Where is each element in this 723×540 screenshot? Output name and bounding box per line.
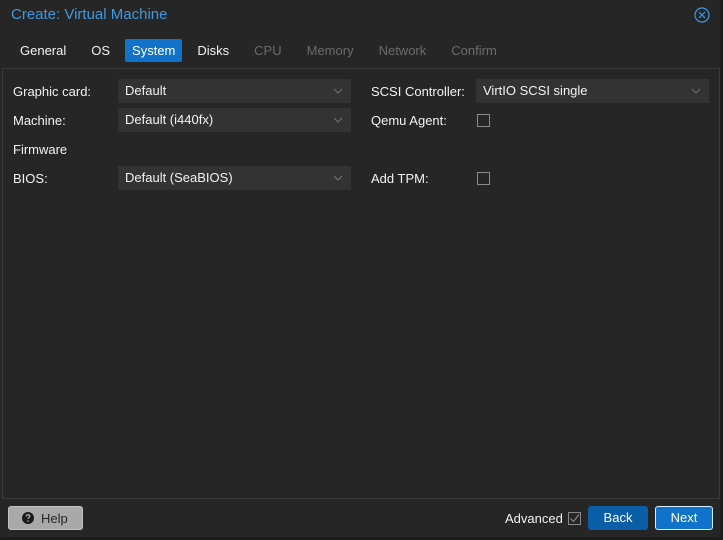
bios-select[interactable]: Default (SeaBIOS) xyxy=(118,166,351,190)
question-circle-icon xyxy=(22,512,34,524)
bios-value: Default (SeaBIOS) xyxy=(125,170,233,185)
create-vm-dialog: Create: Virtual Machine General OS Syste… xyxy=(0,0,721,538)
scsi-controller-select[interactable]: VirtIO SCSI single xyxy=(476,79,709,103)
advanced-label: Advanced xyxy=(505,511,563,526)
back-button[interactable]: Back xyxy=(588,506,648,530)
machine-select[interactable]: Default (i440fx) xyxy=(118,108,351,132)
dialog-title: Create: Virtual Machine xyxy=(11,6,168,23)
graphic-card-select[interactable]: Default xyxy=(118,79,351,103)
tab-disks[interactable]: Disks xyxy=(187,39,239,62)
add-tpm-checkbox[interactable] xyxy=(477,172,490,185)
chevron-down-icon xyxy=(333,88,343,94)
scsi-controller-label: SCSI Controller: xyxy=(371,84,465,99)
qemu-agent-label: Qemu Agent: xyxy=(371,113,447,128)
scsi-controller-value: VirtIO SCSI single xyxy=(483,83,588,98)
tab-network: Network xyxy=(378,43,427,58)
chevron-down-icon xyxy=(691,88,701,94)
qemu-agent-checkbox[interactable] xyxy=(477,114,490,127)
wizard-tabs: General OS System Disks CPU Memory Netwo… xyxy=(10,39,512,62)
chevron-down-icon xyxy=(333,117,343,123)
tab-general[interactable]: General xyxy=(10,39,76,62)
chevron-down-icon xyxy=(333,175,343,181)
graphic-card-label: Graphic card: xyxy=(13,84,92,99)
next-button[interactable]: Next xyxy=(655,506,713,530)
machine-value: Default (i440fx) xyxy=(125,112,214,127)
help-label: Help xyxy=(41,511,68,526)
system-panel xyxy=(2,68,720,499)
help-button[interactable]: Help xyxy=(8,506,83,530)
tab-confirm: Confirm xyxy=(451,43,497,58)
tab-system[interactable]: System xyxy=(125,39,183,62)
machine-label: Machine: xyxy=(13,113,66,128)
add-tpm-label: Add TPM: xyxy=(371,171,429,186)
close-icon[interactable] xyxy=(694,7,710,23)
tab-cpu: CPU xyxy=(254,43,282,58)
tab-memory: Memory xyxy=(306,43,354,58)
firmware-heading: Firmware xyxy=(13,142,68,157)
graphic-card-value: Default xyxy=(125,83,167,98)
advanced-checkbox[interactable] xyxy=(568,512,581,525)
bios-label: BIOS: xyxy=(13,171,48,186)
tab-os[interactable]: OS xyxy=(81,39,120,62)
